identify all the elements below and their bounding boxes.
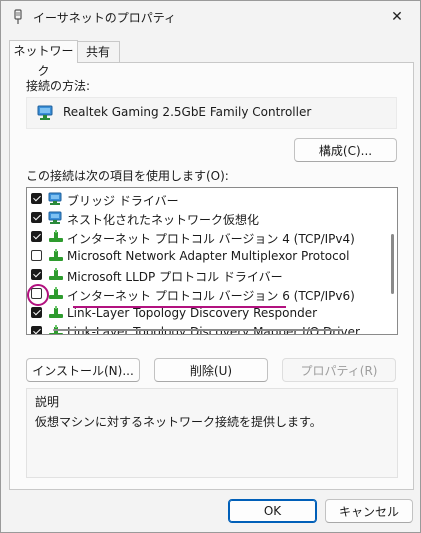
- vertical-scrollbar[interactable]: [391, 234, 394, 294]
- network-client-icon: [48, 192, 62, 205]
- description-text: 仮想マシンに対するネットワーク接続を提供します。: [35, 415, 322, 429]
- description-group: 説明 仮想マシンに対するネットワーク接続を提供します。: [26, 388, 398, 478]
- list-item[interactable]: ブリッジ ドライバー: [27, 190, 377, 209]
- item-label: Microsoft LLDP プロトコル ドライバー: [67, 270, 283, 284]
- tab-sharing[interactable]: 共有: [76, 41, 120, 62]
- list-item[interactable]: Microsoft LLDP プロトコル ドライバー: [27, 266, 377, 285]
- connect-using-label: 接続の方法:: [26, 79, 91, 93]
- protocol-icon: [49, 306, 63, 318]
- install-button[interactable]: インストール(N)...: [26, 358, 140, 382]
- configure-button[interactable]: 構成(C)...: [294, 138, 397, 162]
- item-checkbox[interactable]: [31, 250, 42, 261]
- protocol-icon: [49, 268, 63, 280]
- horizontal-scrollbar[interactable]: [53, 329, 343, 331]
- item-label: ブリッジ ドライバー: [67, 194, 179, 208]
- item-checkbox[interactable]: [31, 326, 42, 334]
- adapter-name: Realtek Gaming 2.5GbE Family Controller: [63, 105, 312, 119]
- window-title: イーサネットのプロパティ: [33, 11, 177, 25]
- adapter-field: Realtek Gaming 2.5GbE Family Controller: [26, 97, 397, 129]
- ok-button[interactable]: OK: [228, 499, 317, 523]
- title-bar: イーサネットのプロパティ ✕: [1, 1, 420, 33]
- item-label: Microsoft Network Adapter Multiplexor Pr…: [67, 249, 350, 263]
- protocol-icon: [49, 287, 63, 299]
- item-checkbox[interactable]: [31, 269, 42, 280]
- network-client-icon: [48, 211, 62, 224]
- items-list[interactable]: ブリッジ ドライバー ネスト化されたネットワーク仮想化 インターネット プロトコ…: [26, 187, 398, 335]
- annotation-circle: [27, 284, 49, 306]
- tab-network[interactable]: ネットワーク: [9, 40, 78, 78]
- list-item[interactable]: Microsoft Network Adapter Multiplexor Pr…: [27, 247, 377, 266]
- item-checkbox[interactable]: [31, 307, 42, 318]
- cancel-button[interactable]: キャンセル: [325, 499, 413, 523]
- item-label: インターネット プロトコル バージョン 6 (TCP/IPv6): [67, 289, 355, 303]
- annotation-underline: [73, 306, 286, 308]
- list-item[interactable]: インターネット プロトコル バージョン 4 (TCP/IPv4): [27, 228, 377, 247]
- item-label: ネスト化されたネットワーク仮想化: [67, 213, 260, 227]
- uninstall-button[interactable]: 削除(U): [154, 358, 268, 382]
- protocol-icon: [49, 249, 63, 261]
- item-checkbox[interactable]: [31, 212, 42, 223]
- item-checkbox[interactable]: [31, 193, 42, 204]
- item-label: インターネット プロトコル バージョン 4 (TCP/IPv4): [67, 232, 355, 246]
- list-item[interactable]: ネスト化されたネットワーク仮想化: [27, 209, 377, 228]
- items-label: この接続は次の項目を使用します(O):: [26, 169, 229, 183]
- description-title: 説明: [35, 395, 60, 409]
- close-icon: ✕: [391, 9, 403, 25]
- item-checkbox[interactable]: [31, 231, 42, 242]
- close-button[interactable]: ✕: [374, 1, 420, 33]
- item-label: Link-Layer Topology Discovery Responder: [67, 306, 318, 320]
- tab-panel-network: 接続の方法: Realtek Gaming 2.5GbE Family Cont…: [9, 62, 414, 490]
- network-adapter-icon: [37, 105, 53, 120]
- properties-button[interactable]: プロパティ(R): [282, 358, 396, 382]
- protocol-icon: [49, 230, 63, 242]
- list-item[interactable]: インターネット プロトコル バージョン 6 (TCP/IPv6): [27, 285, 377, 304]
- network-adapter-icon: [14, 9, 22, 24]
- properties-dialog: イーサネットのプロパティ ✕ ネットワーク 共有 接続の方法: Realtek …: [0, 0, 421, 533]
